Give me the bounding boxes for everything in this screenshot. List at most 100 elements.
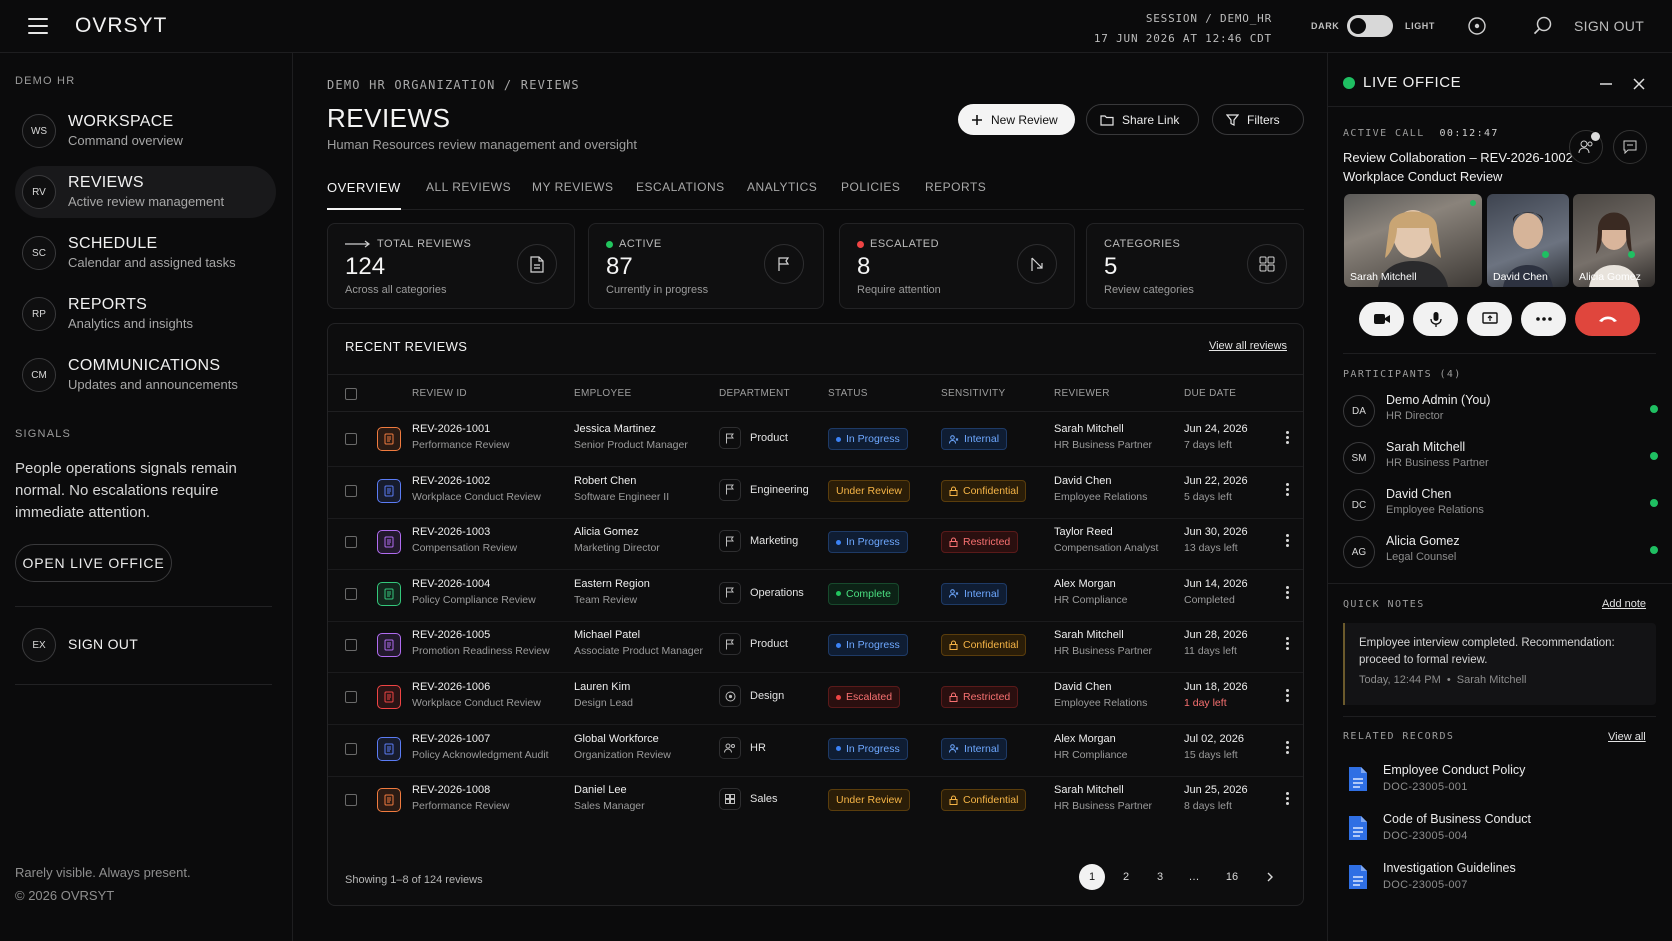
status-indicator-icon[interactable] — [1466, 15, 1488, 37]
tab-my-reviews[interactable]: MY REVIEWS — [532, 180, 613, 210]
page-button[interactable]: 16 — [1219, 864, 1245, 890]
review-id[interactable]: REV-2026-1003 — [412, 526, 490, 538]
view-all-reviews-link[interactable]: View all reviews — [1209, 340, 1287, 352]
column-header[interactable]: DEPARTMENT — [719, 388, 790, 399]
tab-overview[interactable]: OVERVIEW — [327, 180, 401, 210]
table-row[interactable]: REV-2026-1006 Workplace Conduct Review L… — [328, 670, 1303, 725]
next-page-icon[interactable] — [1257, 864, 1283, 890]
sensitivity-badge: Internal — [941, 428, 1008, 450]
row-checkbox[interactable] — [345, 536, 357, 549]
sidebar-item-sign-out[interactable]: EX SIGN OUT — [15, 619, 276, 671]
theme-toggle[interactable] — [1347, 15, 1393, 37]
menu-icon[interactable] — [28, 18, 48, 34]
tab-analytics[interactable]: ANALYTICS — [747, 180, 817, 210]
video-tile[interactable]: Sarah Mitchell — [1344, 194, 1482, 287]
sidebar-item-workspace[interactable]: WS WORKSPACE Command overview — [15, 105, 276, 157]
row-checkbox[interactable] — [345, 691, 357, 703]
employee-role: Senior Product Manager — [574, 439, 688, 451]
department-name: Product — [750, 432, 788, 444]
flag-icon — [764, 244, 804, 284]
participant-role: HR Business Partner — [1386, 457, 1489, 469]
page-button[interactable]: 2 — [1113, 864, 1139, 890]
column-header[interactable]: DUE DATE — [1184, 388, 1236, 399]
table-row[interactable]: REV-2026-1002 Workplace Conduct Review R… — [328, 464, 1303, 519]
video-tile[interactable]: David Chen — [1487, 194, 1569, 287]
table-row[interactable]: REV-2026-1005 Promotion Readiness Review… — [328, 618, 1303, 674]
page-button[interactable]: 1 — [1079, 864, 1105, 890]
table-row[interactable]: REV-2026-1001 Performance Review Jessica… — [328, 412, 1303, 467]
row-menu-icon[interactable] — [1286, 740, 1290, 756]
review-id[interactable]: REV-2026-1005 — [412, 629, 490, 641]
review-id[interactable]: REV-2026-1002 — [412, 475, 490, 487]
row-checkbox[interactable] — [345, 742, 357, 755]
sidebar-item-reviews[interactable]: RV REVIEWS Active review management — [15, 166, 276, 218]
table-row[interactable]: REV-2026-1008 Performance Review Daniel … — [328, 773, 1303, 828]
screen-share-button[interactable] — [1467, 302, 1512, 336]
view-all-records-link[interactable]: View all — [1608, 731, 1646, 743]
row-menu-icon[interactable] — [1286, 792, 1290, 807]
row-menu-icon[interactable] — [1286, 585, 1290, 601]
tab-reports[interactable]: REPORTS — [925, 180, 986, 210]
review-id[interactable]: REV-2026-1008 — [412, 784, 490, 796]
share-link-button[interactable]: Share Link — [1086, 104, 1199, 135]
participant-item[interactable]: AG Alicia Gomez Legal Counsel — [1343, 530, 1658, 574]
row-checkbox[interactable] — [345, 639, 357, 652]
participant-item[interactable]: DA Demo Admin (You) HR Director — [1343, 389, 1658, 433]
row-menu-icon[interactable] — [1286, 431, 1290, 446]
row-menu-icon[interactable] — [1286, 637, 1290, 652]
tab-policies[interactable]: POLICIES — [841, 180, 900, 210]
column-header[interactable]: REVIEWER — [1054, 388, 1110, 399]
row-checkbox[interactable] — [345, 433, 357, 445]
column-header[interactable]: SENSITIVITY — [941, 388, 1005, 399]
filters-button[interactable]: Filters — [1212, 104, 1304, 135]
review-id[interactable]: REV-2026-1001 — [412, 423, 490, 435]
microphone-button[interactable] — [1413, 302, 1458, 336]
related-record-item[interactable]: Investigation Guidelines DOC-23005-007 — [1343, 859, 1653, 899]
select-all-checkbox[interactable] — [345, 388, 357, 400]
row-menu-icon[interactable] — [1286, 534, 1290, 549]
sidebar-item-communications[interactable]: CM COMMUNICATIONS Updates and announceme… — [15, 349, 276, 401]
chat-icon[interactable] — [1613, 130, 1647, 164]
row-checkbox[interactable] — [345, 484, 357, 497]
add-note-link[interactable]: Add note — [1602, 598, 1646, 610]
sign-out-link[interactable]: SIGN OUT — [1574, 18, 1644, 34]
page-button[interactable]: 3 — [1147, 864, 1173, 890]
related-record-item[interactable]: Employee Conduct Policy DOC-23005-001 — [1343, 761, 1653, 801]
search-icon[interactable] — [1532, 15, 1554, 37]
nav-badge: RV — [22, 175, 56, 209]
open-live-office-button[interactable]: OPEN LIVE OFFICE — [15, 544, 172, 582]
app-logo[interactable]: OVRSYT — [75, 14, 167, 38]
due-note: 13 days left — [1184, 542, 1238, 555]
table-row[interactable]: REV-2026-1007 Policy Acknowledgment Audi… — [328, 722, 1303, 777]
table-row[interactable]: REV-2026-1004 Policy Compliance Review E… — [328, 567, 1303, 622]
tab-escalations[interactable]: ESCALATIONS — [636, 180, 725, 210]
new-review-button[interactable]: New Review — [958, 104, 1075, 135]
participant-item[interactable]: SM Sarah Mitchell HR Business Partner — [1343, 436, 1658, 480]
end-call-button[interactable] — [1575, 302, 1640, 336]
participants-icon[interactable] — [1569, 130, 1603, 164]
camera-button[interactable] — [1359, 302, 1404, 336]
more-options-button[interactable] — [1521, 302, 1566, 336]
column-header[interactable]: EMPLOYEE — [574, 388, 631, 399]
participant-item[interactable]: DC David Chen Employee Relations — [1343, 483, 1658, 527]
row-menu-icon[interactable] — [1286, 689, 1290, 704]
video-tile[interactable]: Alicia Gomez — [1573, 194, 1655, 287]
row-menu-icon[interactable] — [1286, 482, 1290, 498]
review-id[interactable]: REV-2026-1004 — [412, 578, 490, 590]
review-id[interactable]: REV-2026-1007 — [412, 733, 490, 745]
tab-all-reviews[interactable]: ALL REVIEWS — [426, 180, 511, 210]
minimize-icon[interactable] — [1599, 77, 1613, 91]
row-checkbox[interactable] — [345, 794, 357, 807]
related-record-item[interactable]: Code of Business Conduct DOC-23005-004 — [1343, 810, 1653, 850]
table-row[interactable]: REV-2026-1003 Compensation Review Alicia… — [328, 515, 1303, 571]
sidebar-item-schedule[interactable]: SC SCHEDULE Calendar and assigned tasks — [15, 227, 276, 279]
column-header[interactable]: REVIEW ID — [412, 388, 467, 399]
participant-name: Demo Admin (You) — [1386, 393, 1491, 407]
sidebar-item-reports[interactable]: RP REPORTS Analytics and insights — [15, 288, 276, 340]
dark-label: DARK — [1311, 21, 1340, 31]
close-icon[interactable] — [1632, 77, 1646, 91]
column-header[interactable]: STATUS — [828, 388, 868, 399]
nav-badge: EX — [22, 628, 56, 662]
row-checkbox[interactable] — [345, 587, 357, 600]
review-id[interactable]: REV-2026-1006 — [412, 681, 490, 693]
